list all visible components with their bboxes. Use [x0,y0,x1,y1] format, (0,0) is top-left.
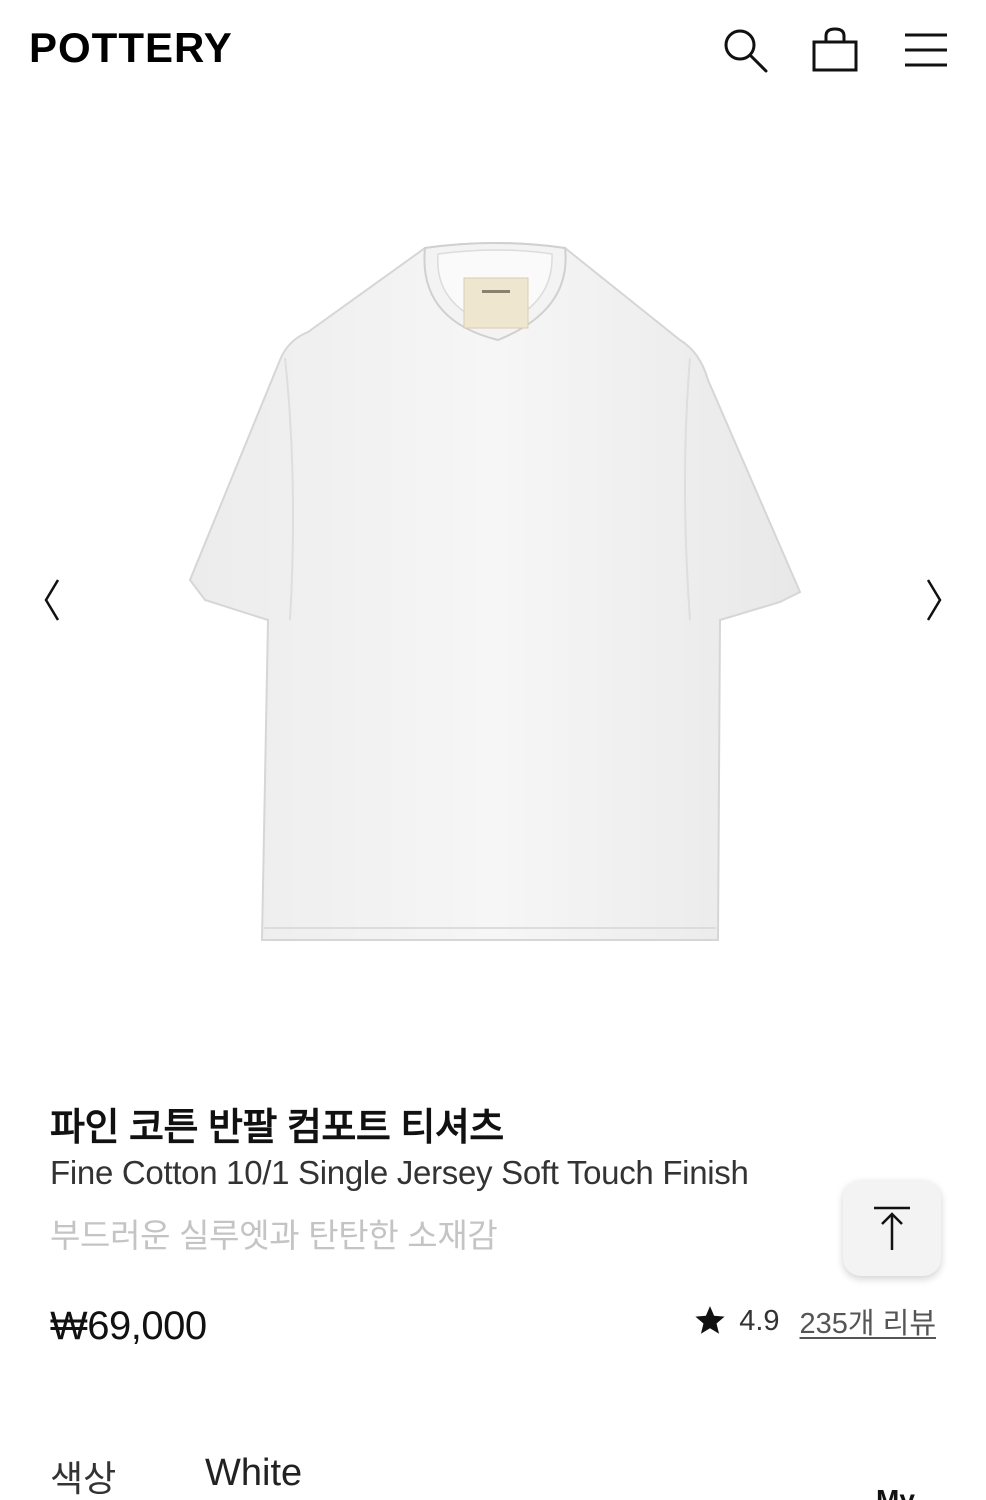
reviews-link[interactable]: 235개 리뷰 [800,1300,936,1342]
chevron-left-icon[interactable] [32,572,72,628]
menu-icon[interactable] [902,26,950,74]
product-title-english: Fine Cotton 10/1 Single Jersey Soft Touc… [50,1154,749,1191]
option-extra-text: My [876,1484,915,1500]
product-title-korean: 파인 코튼 반팔 컴포트 티셔츠 [50,1107,504,1149]
logo[interactable]: POTTERY [29,24,233,72]
arrow-up-to-top-icon [874,1206,910,1250]
chevron-right-icon[interactable] [914,572,954,628]
product-image-gallery [0,100,986,1060]
star-icon [695,1306,725,1334]
color-option-label: 색상 [50,1458,117,1499]
product-image[interactable] [180,240,810,960]
shopping-bag-icon[interactable] [811,26,859,74]
search-icon[interactable] [721,26,769,74]
color-option-value[interactable]: White [205,1452,302,1495]
scroll-to-top-button[interactable] [843,1180,941,1276]
rating-value: 4.9 [739,1304,780,1337]
product-price: ₩69,000 [50,1304,207,1348]
header: POTTERY [0,0,986,100]
product-page: POTTERY 파인 코튼 반팔 컴포트 티셔츠 Fine Cotton 10/… [0,0,986,1500]
rating-summary: 4.9 235개 리뷰 [693,1300,936,1342]
product-subtitle: 부드러운 실루엣과 탄탄한 소재감 [50,1217,498,1254]
